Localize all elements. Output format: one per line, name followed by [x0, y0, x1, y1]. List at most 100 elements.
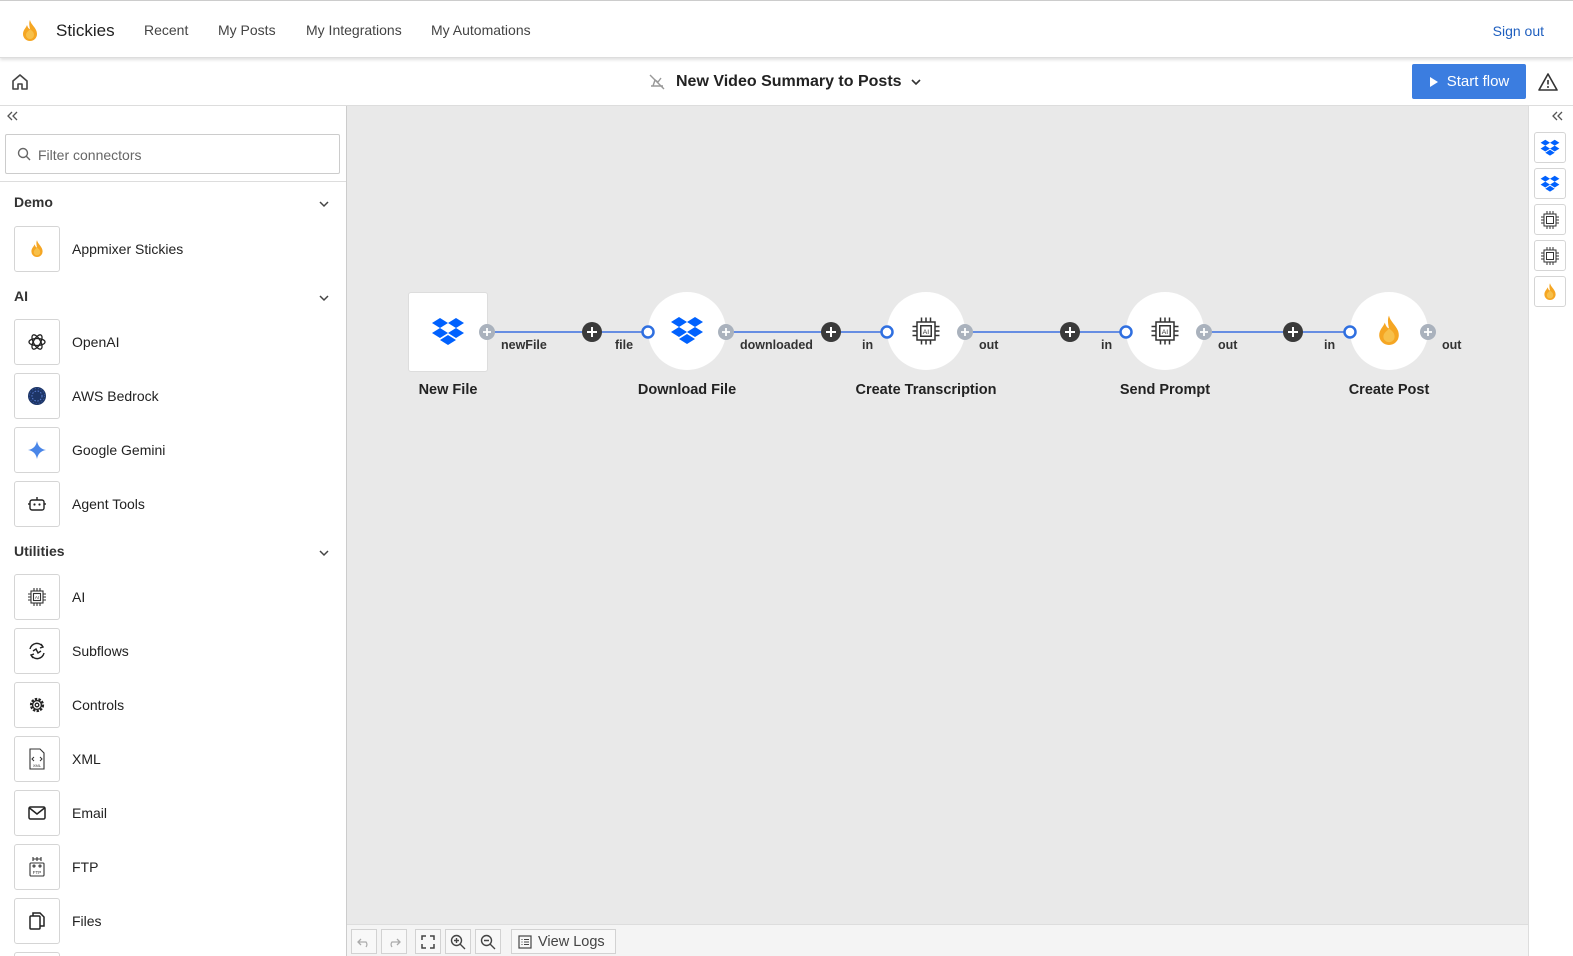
dropbox-icon: [1540, 139, 1560, 156]
connector-google-gemini[interactable]: Google Gemini: [14, 427, 334, 473]
flow-status-icon: [649, 74, 665, 90]
connector-openai[interactable]: OpenAI: [14, 319, 334, 365]
section-demo[interactable]: Demo: [14, 194, 334, 216]
ai-chip-icon: AI: [14, 574, 60, 620]
connector-label: AI: [72, 589, 86, 605]
section-utilities[interactable]: Utilities: [14, 543, 334, 565]
nav-recent[interactable]: Recent: [144, 22, 188, 38]
node-label: Download File: [637, 382, 737, 398]
files-icon: [14, 898, 60, 944]
connector-label: FTP: [72, 859, 99, 875]
rail-node-create-post[interactable]: [1534, 276, 1566, 307]
view-logs-button[interactable]: View Logs: [511, 929, 616, 954]
connector-ai[interactable]: AI AI: [14, 574, 334, 620]
connector-controls[interactable]: Controls: [14, 682, 334, 728]
connector-appmixer-stickies[interactable]: Appmixer Stickies: [14, 226, 334, 272]
rail-node-create-transcription[interactable]: [1534, 204, 1566, 235]
dropbox-icon: [432, 318, 464, 345]
fit-to-screen-button[interactable]: [415, 929, 441, 954]
port-label-in: in: [1101, 338, 1113, 352]
node-send-prompt[interactable]: AI: [1126, 292, 1204, 370]
ai-chip-icon: AI: [912, 317, 940, 345]
undo-button[interactable]: [351, 929, 377, 954]
connector-xml[interactable]: XML XML: [14, 736, 334, 782]
nav-my-posts[interactable]: My Posts: [218, 22, 276, 38]
connector-email[interactable]: Email: [14, 790, 334, 836]
connector-label: Agent Tools: [72, 496, 145, 512]
redo-button[interactable]: [381, 929, 407, 954]
section-ai[interactable]: AI: [14, 288, 334, 310]
connector-partial[interactable]: [14, 952, 334, 956]
zoom-in-button[interactable]: [445, 929, 471, 954]
flow-canvas[interactable]: AI AI newFile file downloaded in out in …: [347, 106, 1528, 924]
nav-my-automations[interactable]: My Automations: [431, 22, 531, 38]
port-label-out: out: [1218, 338, 1238, 352]
chevron-down-icon: [319, 201, 329, 208]
start-flow-label: Start flow: [1446, 73, 1510, 90]
connector-agent-tools[interactable]: Agent Tools: [14, 481, 334, 527]
subflows-icon: [14, 628, 60, 674]
nav-my-integrations[interactable]: My Integrations: [306, 22, 402, 38]
dropbox-icon: [671, 317, 703, 344]
rail-node-new-file[interactable]: [1534, 132, 1566, 163]
connectors-sidebar: Demo Appmixer Stickies AI OpenAI AWS Bed…: [0, 106, 347, 956]
firebase-logo-icon[interactable]: [20, 19, 40, 43]
node-create-post[interactable]: [1350, 292, 1428, 370]
home-icon[interactable]: [10, 72, 30, 92]
zoom-out-icon: [480, 934, 496, 949]
node-label: Create Post: [1348, 382, 1430, 398]
filter-connectors-input[interactable]: [38, 144, 328, 166]
node-label: Send Prompt: [1119, 382, 1211, 398]
collapse-right-icon[interactable]: [1550, 108, 1564, 124]
connector-label: XML: [72, 751, 101, 767]
connector-label: Appmixer Stickies: [72, 241, 184, 257]
connector-ftp[interactable]: FTP FTP: [14, 844, 334, 890]
xml-file-icon: XML: [14, 736, 60, 782]
connector-files[interactable]: Files: [14, 898, 334, 944]
app-name[interactable]: Stickies: [56, 21, 115, 41]
openai-icon: [14, 319, 60, 365]
filter-connectors-field[interactable]: [5, 134, 340, 174]
connector-label: AWS Bedrock: [72, 388, 159, 404]
rail-node-download-file[interactable]: [1534, 168, 1566, 199]
svg-text:AI: AI: [1162, 329, 1169, 336]
sign-out-link[interactable]: Sign out: [1493, 23, 1544, 39]
port-label-in: file: [615, 338, 634, 352]
start-flow-button[interactable]: Start flow: [1412, 64, 1526, 99]
flow-header: New Video Summary to Posts Start flow: [0, 58, 1573, 106]
canvas-toolbar: View Logs: [347, 924, 1528, 956]
warning-icon[interactable]: [1538, 72, 1558, 92]
connector-label: OpenAI: [72, 334, 120, 350]
connector-subflows[interactable]: Subflows: [14, 628, 334, 674]
redo-icon: [390, 938, 401, 947]
flow-title-dropdown[interactable]: New Video Summary to Posts: [648, 70, 922, 94]
collapse-left-icon[interactable]: [5, 108, 19, 124]
ai-chip-icon: AI: [1151, 317, 1179, 345]
rail-node-send-prompt[interactable]: [1534, 240, 1566, 271]
ftp-icon: FTP: [14, 844, 60, 890]
port-label-out: out: [979, 338, 999, 352]
connector-label: Email: [72, 805, 108, 821]
gear-icon: [14, 682, 60, 728]
aws-bedrock-icon: [14, 373, 60, 419]
dropbox-icon: [1540, 175, 1560, 192]
zoom-out-button[interactable]: [475, 929, 501, 954]
undo-icon: [357, 938, 368, 947]
zoom-in-icon: [450, 934, 466, 949]
svg-text:AI: AI: [35, 595, 39, 600]
connector-aws-bedrock[interactable]: AWS Bedrock: [14, 373, 334, 419]
section-title: Demo: [14, 194, 53, 210]
node-download-file[interactable]: [648, 292, 726, 370]
svg-text:AI: AI: [923, 329, 930, 336]
connector-label: Google Gemini: [72, 442, 166, 458]
section-title: Utilities: [14, 543, 65, 559]
top-navbar: Stickies Recent My Posts My Integrations…: [0, 0, 1573, 58]
node-create-transcription[interactable]: AI: [887, 292, 965, 370]
logs-icon: [518, 934, 532, 949]
chevron-down-icon: [319, 295, 329, 302]
port-label-out: out: [1442, 338, 1462, 352]
node-new-file[interactable]: [408, 292, 488, 372]
chevron-down-icon: [910, 79, 921, 86]
fullscreen-icon: [421, 934, 435, 949]
port-label-in: in: [862, 338, 874, 352]
